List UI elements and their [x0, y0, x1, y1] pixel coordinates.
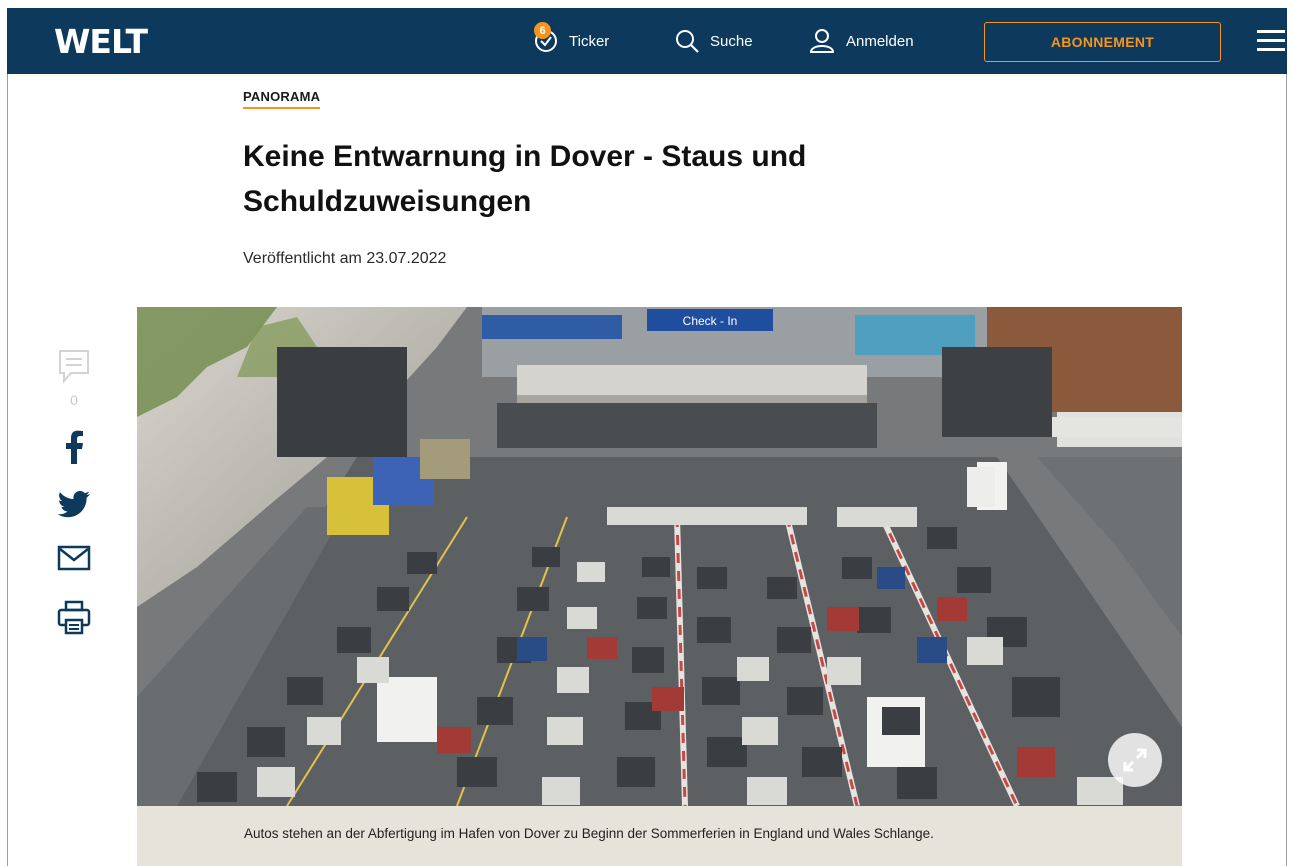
article-photo[interactable]: Check - In — [137, 307, 1182, 806]
print-icon — [57, 600, 91, 635]
facebook-share-button[interactable] — [54, 430, 94, 464]
mail-share-button[interactable] — [54, 544, 94, 572]
search-label: Suche — [710, 32, 753, 50]
mail-icon — [57, 545, 91, 571]
article-headline: Keine Entwarnung in Dover - Staus und Sc… — [243, 140, 807, 218]
twitter-icon — [57, 491, 90, 518]
page-border-right — [1286, 74, 1287, 866]
port-traffic-photo: Check - In — [137, 307, 1182, 806]
check-in-sign: Check - In — [683, 314, 738, 328]
ticker-count-badge: 6 — [534, 22, 551, 39]
twitter-share-button[interactable] — [54, 490, 94, 520]
comment-button[interactable] — [54, 348, 94, 384]
login-label: Anmelden — [846, 32, 914, 50]
publish-date: Veröffentlicht am 23.07.2022 — [243, 250, 447, 267]
ticker-link[interactable]: Ticker — [533, 8, 609, 74]
section-kicker[interactable]: PANORAMA — [243, 89, 321, 109]
site-header: WELT Ticker 6 Suche Anmelden ABONNEMENT — [7, 8, 1287, 74]
menu-icon[interactable] — [1257, 30, 1285, 52]
login-link[interactable]: Anmelden — [808, 8, 914, 74]
welt-logo[interactable]: WELT — [54, 22, 148, 61]
subscribe-button[interactable]: ABONNEMENT — [984, 22, 1221, 62]
search-link[interactable]: Suche — [674, 8, 753, 74]
ticker-label: Ticker — [569, 32, 610, 50]
comment-count: 0 — [70, 392, 78, 408]
comment-icon — [59, 350, 89, 384]
facebook-icon — [66, 430, 83, 464]
user-icon — [809, 29, 835, 53]
expand-icon — [1123, 748, 1147, 772]
page-border-left — [7, 74, 8, 866]
search-icon — [676, 30, 699, 53]
image-caption: Autos stehen an der Abfertigung im Hafen… — [137, 806, 1182, 866]
print-button[interactable] — [54, 600, 94, 636]
expand-image-button[interactable] — [1108, 733, 1162, 787]
